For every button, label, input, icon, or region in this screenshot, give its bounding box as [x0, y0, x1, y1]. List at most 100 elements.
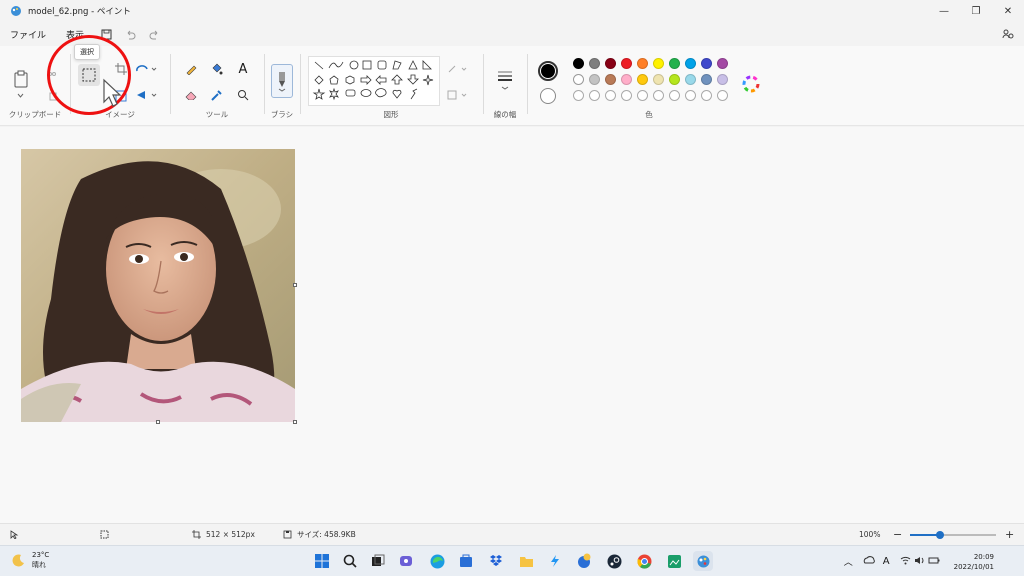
palette-color-swatch[interactable]	[573, 74, 584, 85]
weather-widget[interactable]: 23°C 晴れ	[12, 550, 49, 570]
canvas-workspace[interactable]	[0, 127, 1024, 523]
chat-icon[interactable]	[396, 551, 416, 571]
custom-color-slot[interactable]	[605, 90, 616, 101]
magnifier-icon[interactable]	[234, 86, 252, 104]
brush-icon[interactable]	[271, 64, 293, 98]
palette-color-swatch[interactable]	[653, 74, 664, 85]
ribbon: クリップボード イメージ A ツール ブラシ 図形 線の幅 色	[0, 46, 1024, 126]
custom-color-slot[interactable]	[701, 90, 712, 101]
palette-color-swatch[interactable]	[637, 74, 648, 85]
custom-color-slot[interactable]	[621, 90, 632, 101]
paint-taskbar-icon[interactable]	[693, 551, 713, 571]
palette-color-swatch[interactable]	[669, 74, 680, 85]
task-view-icon[interactable]	[368, 551, 388, 571]
custom-color-slot[interactable]	[685, 90, 696, 101]
clock-date: 2022/10/01	[953, 562, 994, 571]
file-size-text: サイズ: 458.9KB	[297, 530, 356, 539]
eraser-icon[interactable]	[182, 86, 200, 104]
sticky-notes-icon[interactable]	[574, 551, 594, 571]
zoom-slider[interactable]	[910, 531, 996, 539]
palette-color-swatch[interactable]	[605, 74, 616, 85]
palette-color-swatch[interactable]	[637, 58, 648, 69]
zoom-in-button[interactable]: +	[1005, 528, 1014, 541]
custom-color-slot[interactable]	[669, 90, 680, 101]
text-tool-icon[interactable]: A	[234, 60, 252, 78]
zoom-slider-thumb[interactable]	[936, 531, 945, 539]
resize-handle-right[interactable]	[293, 283, 297, 287]
paste-dropdown-icon[interactable]	[11, 86, 29, 104]
palette-color-swatch[interactable]	[589, 74, 600, 85]
file-explorer-icon[interactable]	[516, 551, 536, 571]
pencil-icon[interactable]	[182, 60, 200, 78]
shapes-group: 図形	[302, 50, 480, 124]
palette-color-swatch[interactable]	[573, 58, 584, 69]
custom-color-slot[interactable]	[717, 90, 728, 101]
primary-color-swatch[interactable]	[538, 61, 558, 81]
steam-icon[interactable]	[604, 551, 624, 571]
shape-outline-icon[interactable]	[446, 60, 470, 78]
palette-color-swatch[interactable]	[717, 58, 728, 69]
color-picker-icon[interactable]	[207, 86, 225, 104]
tools-label: ツール	[205, 110, 229, 119]
secondary-color-swatch[interactable]	[540, 88, 556, 104]
share-icon[interactable]	[998, 25, 1018, 43]
selection-size-icon	[100, 530, 109, 539]
palette-color-swatch[interactable]	[621, 74, 632, 85]
shape-fill-icon[interactable]	[446, 86, 470, 104]
rotate-icon[interactable]	[134, 60, 158, 78]
battery-icon[interactable]	[928, 556, 940, 568]
custom-color-slot[interactable]	[589, 90, 600, 101]
custom-color-slot[interactable]	[637, 90, 648, 101]
dimensions-text: 512 × 512px	[206, 530, 255, 539]
undo-icon[interactable]	[118, 23, 142, 45]
mouse-cursor-icon	[94, 76, 124, 112]
palette-color-swatch[interactable]	[717, 74, 728, 85]
store-icon[interactable]	[456, 551, 476, 571]
taskbar: 23°C 晴れ ︿ A 20:09 2022/10/01	[0, 545, 1024, 576]
flip-icon[interactable]	[134, 86, 158, 104]
line-width-label: 線の幅	[493, 110, 517, 119]
minimize-button[interactable]: —	[928, 0, 960, 22]
file-size: サイズ: 458.9KB	[283, 529, 356, 540]
window-title: model_62.png - ペイント	[28, 7, 131, 17]
resize-handle-corner[interactable]	[293, 420, 297, 424]
custom-color-slot[interactable]	[653, 90, 664, 101]
canvas-image[interactable]	[21, 149, 295, 422]
shapes-gallery[interactable]	[308, 56, 440, 106]
line-width-icon[interactable]	[495, 66, 515, 94]
power-automate-icon[interactable]	[545, 551, 565, 571]
resize-handle-bottom[interactable]	[156, 420, 160, 424]
start-icon[interactable]	[312, 551, 332, 571]
volume-icon[interactable]	[914, 556, 925, 568]
palette-color-swatch[interactable]	[701, 74, 712, 85]
palette-color-swatch[interactable]	[621, 58, 632, 69]
fill-icon[interactable]	[207, 60, 225, 78]
edit-colors-icon[interactable]	[741, 74, 761, 94]
palette-color-swatch[interactable]	[589, 58, 600, 69]
ime-indicator[interactable]: A	[883, 556, 890, 567]
wifi-icon[interactable]	[900, 556, 911, 568]
dimensions-icon	[192, 530, 201, 539]
edge-browser-icon[interactable]	[427, 551, 447, 571]
chrome-icon[interactable]	[634, 551, 654, 571]
redo-icon[interactable]	[142, 23, 166, 45]
zoom-out-button[interactable]: −	[893, 528, 902, 541]
palette-color-swatch[interactable]	[701, 58, 712, 69]
palette-color-swatch[interactable]	[653, 58, 664, 69]
colors-label: 色	[645, 110, 653, 119]
menu-file[interactable]: ファイル	[0, 28, 56, 41]
palette-color-swatch[interactable]	[605, 58, 616, 69]
shapes-label: 図形	[383, 110, 399, 119]
chevron-up-icon[interactable]: ︿	[844, 555, 853, 568]
search-icon[interactable]	[340, 551, 360, 571]
clock[interactable]: 20:09 2022/10/01	[954, 552, 994, 572]
palette-color-swatch[interactable]	[685, 58, 696, 69]
restore-button[interactable]: ❐	[960, 0, 992, 22]
custom-color-slot[interactable]	[573, 90, 584, 101]
onedrive-icon[interactable]	[863, 556, 875, 567]
photos-icon[interactable]	[664, 551, 684, 571]
close-button[interactable]: ✕	[992, 0, 1024, 22]
palette-color-swatch[interactable]	[685, 74, 696, 85]
palette-color-swatch[interactable]	[669, 58, 680, 69]
dropbox-icon[interactable]	[486, 551, 506, 571]
